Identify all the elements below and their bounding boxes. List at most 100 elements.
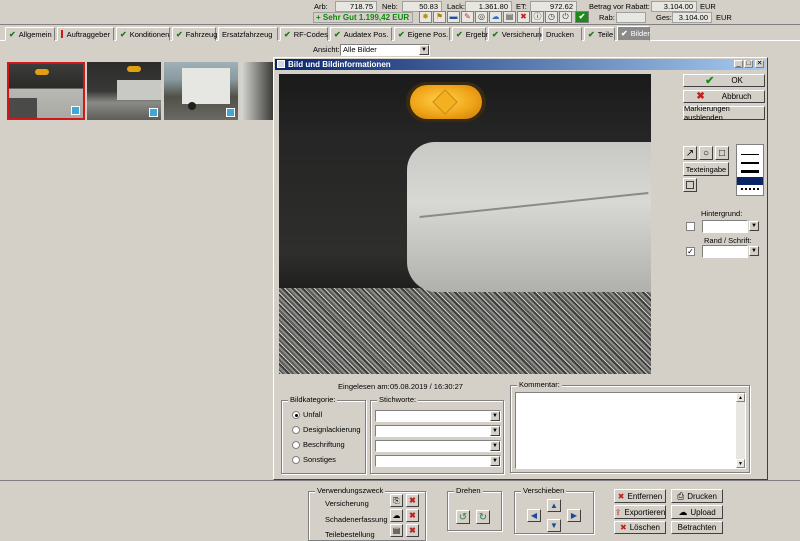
thumbnail-3[interactable] <box>164 62 238 120</box>
check-icon: ✔ <box>9 29 16 39</box>
abbruch-button[interactable]: ✖ Abbruch <box>683 90 765 103</box>
dialog-title: Bild und Bildinformationen <box>288 60 391 69</box>
close-icon[interactable]: ✕ <box>755 60 764 68</box>
thumbnail-4[interactable] <box>241 62 273 120</box>
chevron-down-icon[interactable]: ▼ <box>749 221 759 231</box>
check-icon: ✔ <box>398 29 405 39</box>
check-icon: ✔ <box>120 29 127 39</box>
move-left-icon[interactable]: ◀ <box>527 509 541 522</box>
thumbnail-2[interactable] <box>87 62 161 120</box>
remove-versicherung-icon[interactable]: ✖ <box>406 494 419 507</box>
hintergrund-checkbox[interactable] <box>686 222 695 231</box>
view-select[interactable]: Alle Bilder ▼ <box>340 44 430 56</box>
stichwort-select-1[interactable]: ▼ <box>375 410 501 422</box>
document-icon[interactable]: ▤ <box>503 11 516 23</box>
chevron-down-icon[interactable]: ▼ <box>419 45 429 55</box>
move-up-icon[interactable]: ▲ <box>547 499 561 512</box>
tab-drucken[interactable]: Drucken <box>542 27 582 41</box>
clock-icon[interactable]: ◷ <box>545 11 558 23</box>
exportieren-button[interactable]: ⇪ Exportieren <box>614 505 666 519</box>
rotate-left-icon[interactable]: ↺ <box>456 510 470 524</box>
tab-label: Allgemein <box>18 29 52 39</box>
remove-schaden-icon[interactable]: ✖ <box>406 509 419 522</box>
flag-icon[interactable]: ⚑ <box>433 11 446 23</box>
tab-audatex-pos[interactable]: ✔ Audatex Pos. <box>330 27 392 41</box>
move-right-icon[interactable]: ▶ <box>567 509 581 522</box>
tab-fahrzeug[interactable]: ✔ Fahrzeug <box>172 27 217 41</box>
add-teile-icon[interactable]: ▤ <box>390 524 403 537</box>
entfernen-button[interactable]: ✖ Entfernen <box>614 489 666 503</box>
tab-versicherung[interactable]: ✔ Versicherung <box>488 27 545 41</box>
photo-view[interactable] <box>279 74 651 374</box>
upload-button[interactable]: ☁ Upload <box>671 505 723 519</box>
scroll-up-icon[interactable]: ▲ <box>736 393 745 402</box>
kommentar-textarea[interactable]: ▲ ▼ <box>515 392 746 469</box>
texteingabe-button[interactable]: Texteingabe <box>683 162 729 176</box>
maximize-icon[interactable]: □ <box>744 60 753 68</box>
tab-eigene-pos[interactable]: ✔ Eigene Pos. <box>394 27 450 41</box>
fill-tool-icon[interactable] <box>683 178 697 192</box>
betrachten-button[interactable]: Betrachten <box>671 521 723 534</box>
scroll-down-icon[interactable]: ▼ <box>736 459 745 468</box>
tab-konditionen[interactable]: ✔ Konditionen <box>116 27 170 41</box>
markierungen-button[interactable]: Markierungen ausblenden <box>683 104 765 122</box>
tab-label: Auftraggeber <box>66 29 110 39</box>
delete-icon[interactable]: ✖ <box>517 11 530 23</box>
chevron-down-icon[interactable]: ▼ <box>490 411 500 421</box>
sun-icon[interactable]: ✸ <box>419 11 432 23</box>
rand-schrift-color-select[interactable]: ▼ <box>702 245 759 258</box>
tab-bilder[interactable]: ✔ Bilder <box>617 26 650 41</box>
cloud-icon: ☁ <box>678 506 688 517</box>
thumbnail-1[interactable] <box>7 62 85 120</box>
tab-rf-codes[interactable]: ✔ RF-Codes <box>280 27 328 41</box>
chevron-down-icon[interactable]: ▼ <box>490 456 500 466</box>
betrag-value: 3.104.00 <box>651 1 697 12</box>
tab-ersatzfahrzeug[interactable]: Ersatzfahrzeug <box>218 27 278 41</box>
chevron-down-icon[interactable]: ▼ <box>490 426 500 436</box>
remove-icon: ✖ <box>617 491 625 501</box>
chevron-down-icon[interactable]: ▼ <box>749 246 759 256</box>
verwendung-item-3: Teilebestellung <box>325 530 375 539</box>
car-icon[interactable]: ▬ <box>447 11 460 23</box>
circle-tool-icon[interactable]: ○ <box>699 146 713 160</box>
wheel-icon[interactable]: ◎ <box>475 11 488 23</box>
cloud-icon[interactable]: ☁ <box>489 11 502 23</box>
category-radio-1[interactable] <box>292 411 300 419</box>
category-radio-3[interactable] <box>292 441 300 449</box>
confirm-icon[interactable]: ✔ <box>575 11 589 23</box>
category-radio-2[interactable] <box>292 426 300 434</box>
spray-icon[interactable]: ✎ <box>461 11 474 23</box>
arrow-tool-icon[interactable]: ↗ <box>683 146 697 160</box>
tab-teile[interactable]: ✔ Teile <box>584 27 615 41</box>
loeschen-button[interactable]: ✖ Löschen <box>614 521 666 534</box>
bottom-divider <box>0 480 800 481</box>
tab-ergebnis[interactable]: ✔ Ergebnis <box>452 27 495 41</box>
minimize-icon[interactable]: _ <box>734 60 743 68</box>
view-label: Ansicht: <box>313 45 340 54</box>
tab-allgemein[interactable]: ✔ Allgemein <box>5 27 55 41</box>
rand-schrift-checkbox[interactable]: ✓ <box>686 247 695 256</box>
stichwort-select-4[interactable]: ▼ <box>375 455 501 467</box>
info-icon[interactable]: ⓘ <box>531 11 544 23</box>
tab-auftraggeber[interactable]: Auftraggeber <box>57 27 114 41</box>
add-schaden-icon[interactable]: ☁ <box>390 509 403 522</box>
line-width-picker[interactable] <box>736 144 764 196</box>
add-versicherung-icon[interactable]: ⎘ <box>390 494 403 507</box>
stichwort-select-3[interactable]: ▼ <box>375 440 501 452</box>
hintergrund-color-select[interactable]: ▼ <box>702 220 759 233</box>
move-down-icon[interactable]: ▼ <box>547 519 561 532</box>
power-icon[interactable]: ⏻ <box>559 11 572 23</box>
drucken-button[interactable]: ⎙ Drucken <box>671 489 723 503</box>
stichwort-select-2[interactable]: ▼ <box>375 425 501 437</box>
chevron-down-icon[interactable]: ▼ <box>490 441 500 451</box>
tab-label: Eigene Pos. <box>407 29 449 39</box>
trash-icon: ✖ <box>620 523 627 532</box>
verwendung-item-1: Versicherung <box>325 499 369 508</box>
window-icon <box>277 60 285 68</box>
kommentar-scrollbar[interactable]: ▲ ▼ <box>736 393 745 468</box>
category-radio-4[interactable] <box>292 456 300 464</box>
rotate-right-icon[interactable]: ↻ <box>476 510 490 524</box>
square-tool-icon[interactable]: □ <box>715 146 729 160</box>
remove-teile-icon[interactable]: ✖ <box>406 524 419 537</box>
ok-button[interactable]: ✔ OK <box>683 74 765 87</box>
